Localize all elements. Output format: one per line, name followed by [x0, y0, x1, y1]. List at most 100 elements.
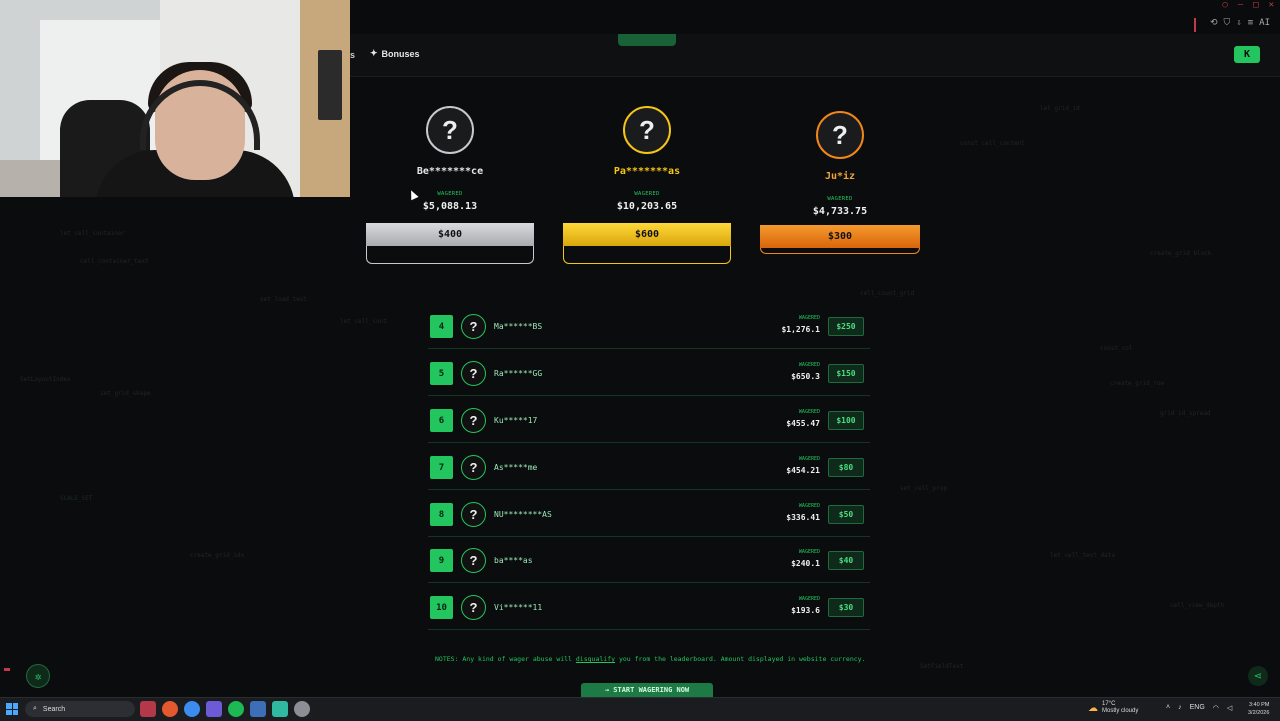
avatar-unknown-icon: ?	[461, 455, 486, 480]
wagered-label: WAGERED	[798, 409, 820, 415]
search-small-icon[interactable]: ○	[1222, 0, 1227, 10]
webcam-overlay	[0, 0, 350, 197]
rank-badge: 8	[430, 503, 453, 526]
search-icon: ⌕	[33, 705, 37, 712]
discord-icon[interactable]	[206, 701, 222, 717]
podium-third: ? Ju*iz WAGERED $4,733.75 $300	[760, 111, 920, 254]
wagered-label: WAGERED	[798, 596, 820, 602]
maximize-icon[interactable]: □	[1253, 0, 1258, 10]
rank-badge: 9	[430, 549, 453, 572]
chrome-icon[interactable]	[184, 701, 200, 717]
player-name: Be*******ce	[416, 166, 484, 177]
brave-icon[interactable]	[162, 701, 178, 717]
wagered-amount: $455.47	[786, 419, 820, 428]
wagered-amount: $454.21	[786, 466, 820, 475]
podium-base	[760, 248, 920, 254]
prize-badge: $250	[828, 317, 864, 336]
wagered-label: WAGERED	[798, 549, 820, 555]
minimize-icon[interactable]: –	[1238, 0, 1243, 10]
prize-badge: $300	[760, 225, 920, 248]
rank-badge: 4	[430, 315, 453, 338]
player-name: Ra******GG	[494, 369, 543, 378]
window-controls: ○ – □ ✕	[1222, 0, 1274, 10]
mic-icon[interactable]: ♪	[1178, 704, 1182, 712]
settings-icon[interactable]	[294, 701, 310, 717]
cloud-icon: ☁	[1088, 702, 1098, 714]
disqualify-link[interactable]: disqualify	[576, 655, 615, 663]
settings-fab[interactable]: ✲	[26, 664, 50, 688]
wagered-amount: $193.6	[791, 606, 820, 615]
browser-toolbar: ⟲ ⛉ ⇩ ≡ AI	[1210, 18, 1270, 28]
app-icon[interactable]	[272, 701, 288, 717]
prize-badge: $30	[828, 598, 864, 617]
clock[interactable]: 3:40 PM 3/2/2026	[1248, 701, 1269, 717]
close-icon[interactable]: ✕	[1269, 0, 1274, 10]
windows-start-button[interactable]	[6, 703, 18, 715]
rank-badge: 7	[430, 456, 453, 479]
avatar-unknown-icon: ?	[461, 408, 486, 433]
share-icon: ⋖	[1253, 670, 1263, 682]
wagered-label: WAGERED	[798, 315, 820, 321]
share-fab[interactable]: ⋖	[1248, 666, 1268, 686]
cta-label: START WAGERING NOW	[613, 686, 690, 694]
time-text: 3:40 PM	[1248, 702, 1270, 708]
edge-marker	[4, 668, 10, 671]
volume-icon[interactable]: ◁	[1227, 704, 1232, 712]
wagered-amount: $240.1	[791, 559, 820, 568]
wagered-label: WAGERED	[437, 191, 463, 197]
rank-badge: 10	[430, 596, 453, 619]
prize-badge: $50	[828, 505, 864, 524]
weather-desc: Mostly cloudy	[1102, 708, 1139, 714]
menu-icon[interactable]: ≡	[1248, 18, 1253, 28]
app-icon[interactable]	[250, 701, 266, 717]
nav-item-bonuses[interactable]: ✦ Bonuses	[370, 48, 420, 59]
weather-temp: 17°C	[1102, 701, 1116, 707]
prize-badge: $40	[828, 551, 864, 570]
start-wagering-button[interactable]: → START WAGERING NOW	[581, 683, 713, 697]
kick-logo-button[interactable]: K	[1234, 46, 1260, 63]
podium-first: ? Pa*******as WAGERED $10,203.65 $600	[563, 106, 731, 264]
avatar-unknown-icon: ?	[461, 595, 486, 620]
prize-badge: $150	[828, 364, 864, 383]
wagered-amount: $336.41	[786, 513, 820, 522]
avatar-unknown-icon: ?	[461, 548, 486, 573]
wagered-amount: $4,733.75	[812, 206, 868, 217]
wagered-amount: $1,276.1	[781, 325, 820, 334]
weather-widget[interactable]: ☁ 17°C Mostly cloudy	[1088, 701, 1138, 715]
chevron-up-icon[interactable]: ˄	[1166, 704, 1170, 712]
search-placeholder: Search	[42, 705, 66, 713]
table-row: 8 ? NU********AS WAGERED $336.41 $50	[428, 496, 870, 537]
avatar-unknown-icon: ?	[816, 111, 864, 159]
leaderboard-notes: NOTES: Any kind of wager abuse will disq…	[435, 655, 865, 663]
nav-item-partial[interactable]: s	[350, 50, 355, 60]
wifi-icon[interactable]: ◠	[1213, 704, 1219, 712]
extension-icon[interactable]: ⟲	[1210, 18, 1218, 28]
ai-button[interactable]: AI	[1259, 18, 1270, 28]
active-indicator	[618, 34, 676, 46]
avatar-unknown-icon: ?	[461, 314, 486, 339]
wagered-label: WAGERED	[798, 503, 820, 509]
prize-badge: $80	[828, 458, 864, 477]
player-name: NU********AS	[494, 510, 552, 519]
app-icon[interactable]	[140, 701, 156, 717]
site-nav: s ✦ Bonuses K	[350, 34, 1280, 77]
arrow-icon: →	[604, 686, 614, 694]
shield-icon[interactable]: ⛉	[1224, 18, 1231, 28]
player-name: Ma******BS	[494, 322, 543, 331]
player-name: Ku*****17	[494, 416, 538, 425]
prize-badge: $400	[366, 223, 534, 246]
system-tray: ˄ ♪ ENG ◠ ◁	[1166, 704, 1232, 712]
table-row: 10 ? Vi******11 WAGERED $193.6 $30	[428, 589, 870, 630]
wagered-amount: $650.3	[791, 372, 820, 381]
table-row: 9 ? ba****as WAGERED $240.1 $40	[428, 542, 870, 583]
table-row: 7 ? As*****me WAGERED $454.21 $80	[428, 449, 870, 490]
table-row: 6 ? Ku*****17 WAGERED $455.47 $100	[428, 402, 870, 443]
taskbar-search[interactable]: ⌕ Search	[25, 701, 135, 717]
language-indicator[interactable]: ENG	[1190, 704, 1205, 712]
download-icon[interactable]: ⇩	[1236, 18, 1241, 28]
wagered-amount: $5,088.13	[422, 201, 478, 212]
player-name: ba****as	[494, 556, 533, 565]
spotify-icon[interactable]	[228, 701, 244, 717]
kick-logo-icon: K	[1243, 49, 1251, 60]
podium-base	[563, 246, 731, 264]
